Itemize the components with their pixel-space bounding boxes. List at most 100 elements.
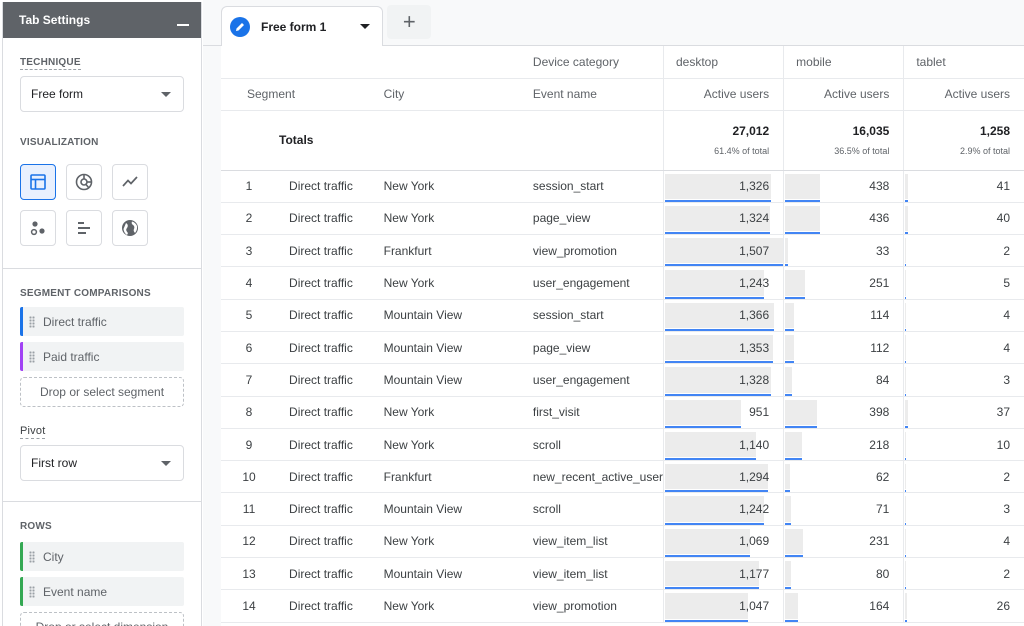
- cell-value: 1,243: [739, 276, 770, 291]
- city-cell: Mountain View: [383, 492, 521, 526]
- column-header-segment[interactable]: Segment: [221, 78, 384, 111]
- value-bar: [785, 173, 821, 202]
- chevron-down-icon[interactable]: [360, 24, 371, 29]
- cell-value: 80: [875, 566, 890, 581]
- cell-value: 114: [870, 308, 890, 323]
- drop-dimension-target[interactable]: Drop or select dimension: [20, 612, 184, 626]
- city-cell: Mountain View: [383, 557, 521, 591]
- table-row[interactable]: 10 Direct traffic Frankfurt new_recent_acti…: [221, 460, 1024, 494]
- segment-cell: Direct traffic: [277, 202, 384, 236]
- table-row[interactable]: 3 Direct traffic Frankfurt view_promotion 1,…: [221, 234, 1024, 268]
- viz-bar-button[interactable]: [66, 210, 102, 246]
- total-value: 16,035: [852, 124, 890, 138]
- tab-free-form-1[interactable]: Free form 1: [221, 6, 384, 46]
- active-users-tablet-cell: 37: [903, 396, 1024, 429]
- viz-line-button[interactable]: [112, 164, 148, 200]
- table-row[interactable]: 1 Direct traffic New York session_start 1,32…: [221, 170, 1024, 203]
- device-header-desktop[interactable]: desktop: [662, 46, 784, 79]
- cell-value: 4: [1003, 308, 1010, 323]
- active-users-mobile-cell: 231: [783, 525, 904, 559]
- table-row[interactable]: 7 Direct traffic Mountain View user_engagem…: [221, 363, 1024, 397]
- device-header-mobile[interactable]: mobile: [783, 46, 904, 79]
- segment-cell: Direct traffic: [277, 234, 384, 268]
- visualization-options: [20, 164, 184, 268]
- column-header-active-users-tablet[interactable]: Active users: [903, 78, 1024, 111]
- table-row[interactable]: 13 Direct traffic Mountain View view_item_l…: [221, 557, 1024, 591]
- active-users-mobile-cell: 62: [783, 460, 904, 494]
- table-row[interactable]: 14 Direct traffic New York view_promotion 1,…: [221, 589, 1024, 623]
- cell-value: 1,507: [739, 243, 770, 258]
- table-row[interactable]: 11 Direct traffic Mountain View scroll 1,242…: [221, 492, 1024, 526]
- value-bar: [785, 496, 792, 525]
- pivot-label: Pivot: [20, 425, 46, 439]
- table-row[interactable]: 9 Direct traffic New York scroll 1,140 218 10: [221, 428, 1024, 462]
- viz-scatter-button[interactable]: [20, 210, 56, 246]
- cell-value: 1,326: [739, 179, 770, 194]
- drag-handle-icon[interactable]: [29, 350, 35, 363]
- event-name-cell: view_promotion: [520, 234, 664, 268]
- pivot-header-row: Device category desktop mobile tablet: [221, 46, 1024, 79]
- active-users-desktop-cell: 1,140: [662, 428, 784, 462]
- column-header-active-users-mobile[interactable]: Active users: [783, 78, 904, 111]
- table-row[interactable]: 2 Direct traffic New York page_view 1,324 436…: [221, 202, 1024, 236]
- row-index: 6: [221, 331, 278, 365]
- value-bar: [785, 205, 821, 234]
- table-row[interactable]: 5 Direct traffic Mountain View session_star…: [221, 299, 1024, 332]
- cell-value: 1,353: [739, 340, 770, 355]
- active-users-tablet-cell: 40: [903, 202, 1024, 236]
- technique-value: Free form: [31, 87, 84, 101]
- active-users-tablet-cell: 3: [903, 492, 1024, 526]
- active-users-desktop-cell: 951: [662, 396, 784, 429]
- table-row[interactable]: 4 Direct traffic New York user_engagement 1,…: [221, 266, 1024, 300]
- cell-value: 3: [1003, 372, 1010, 387]
- total-desktop: 27,012 61.4% of total: [662, 110, 784, 171]
- city-cell: New York: [383, 396, 521, 429]
- active-users-mobile-cell: 436: [783, 202, 904, 236]
- cell-value: 37: [996, 405, 1010, 420]
- row-dimension-event-name[interactable]: Event name: [20, 577, 184, 606]
- drop-segment-target[interactable]: Drop or select segment: [20, 377, 184, 407]
- column-header-active-users-desktop[interactable]: Active users: [662, 78, 784, 111]
- segment-cell: Direct traffic: [277, 428, 384, 462]
- viz-donut-button[interactable]: [66, 164, 102, 200]
- active-users-tablet-cell: 2: [903, 234, 1024, 268]
- technique-select[interactable]: Free form: [20, 76, 184, 112]
- segment-chip-paid-traffic[interactable]: Paid traffic: [20, 342, 184, 371]
- row-index: 2: [221, 202, 278, 236]
- drag-handle-icon[interactable]: [29, 585, 35, 598]
- pivot-select[interactable]: First row: [20, 445, 184, 481]
- device-header-tablet[interactable]: tablet: [903, 46, 1024, 79]
- value-bar: [664, 593, 748, 622]
- drag-handle-icon[interactable]: [29, 315, 35, 328]
- scatter-plot-icon: [30, 221, 45, 236]
- column-header-city[interactable]: City: [383, 78, 521, 111]
- cell-value: 2: [1003, 243, 1010, 258]
- viz-table-button[interactable]: [20, 164, 56, 200]
- table-row[interactable]: 8 Direct traffic New York first_visit 951 398…: [221, 396, 1024, 429]
- total-tablet: 1,258 2.9% of total: [903, 110, 1024, 171]
- cell-value: 5: [1003, 276, 1010, 291]
- segment-cell: Direct traffic: [277, 299, 384, 332]
- segment-chip-direct-traffic[interactable]: Direct traffic: [20, 307, 184, 336]
- table-row[interactable]: 12 Direct traffic New York view_item_list 1,…: [221, 525, 1024, 559]
- active-users-desktop-cell: 1,353: [662, 331, 784, 365]
- event-name-cell: view_item_list: [520, 525, 664, 559]
- total-value: 27,012: [732, 124, 770, 138]
- bar-chart-icon: [78, 222, 90, 234]
- tab-settings-title: Tab Settings: [19, 13, 91, 27]
- pivot-dimension-label: Device category: [520, 46, 664, 79]
- cell-value: 62: [875, 469, 890, 484]
- value-bar: [905, 496, 907, 525]
- cell-value: 2: [1003, 469, 1010, 484]
- totals-row: Totals 27,012 61.4% of total 16,035 36.5…: [221, 110, 1024, 171]
- cell-value: 1,294: [739, 469, 770, 484]
- table-row[interactable]: 6 Direct traffic Mountain View page_view 1,3…: [221, 331, 1024, 365]
- row-dimension-city[interactable]: City: [20, 542, 184, 571]
- add-tab-button[interactable]: +: [387, 5, 432, 39]
- drag-handle-icon[interactable]: [29, 550, 35, 563]
- viz-geo-button[interactable]: [112, 210, 148, 246]
- tab-label: Free form 1: [261, 19, 327, 34]
- column-header-event-name[interactable]: Event name: [520, 78, 664, 111]
- minimize-icon[interactable]: [177, 24, 189, 26]
- city-cell: New York: [383, 589, 521, 623]
